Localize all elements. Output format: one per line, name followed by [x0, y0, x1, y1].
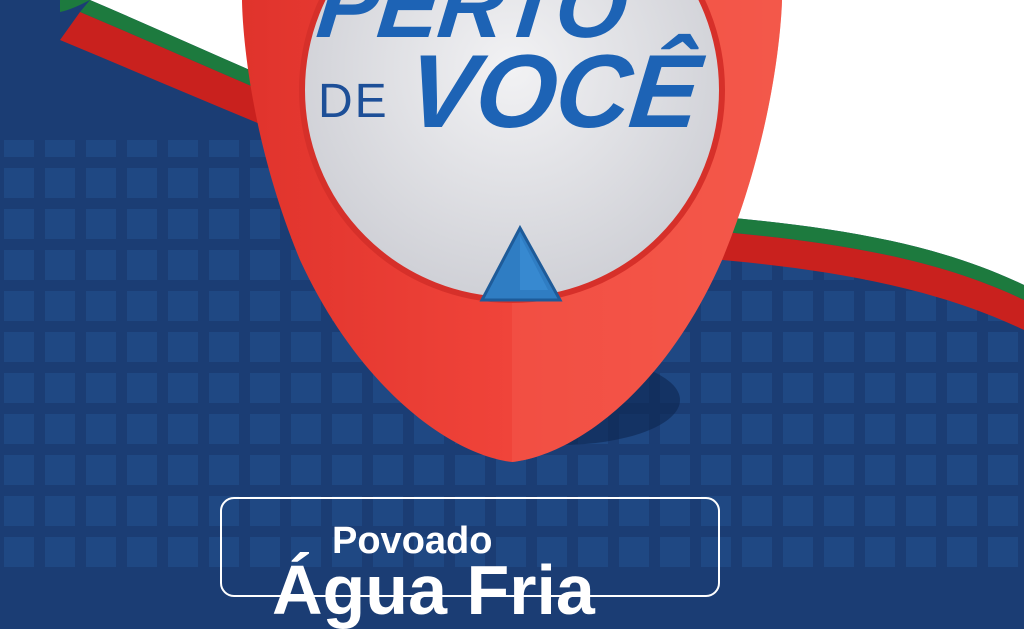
headline-de: DE — [318, 75, 389, 128]
headline-voce: VOCÊ — [401, 34, 705, 150]
locality-name: Água Fria — [272, 551, 595, 629]
location-box: Povoado Água Fria — [220, 497, 720, 625]
